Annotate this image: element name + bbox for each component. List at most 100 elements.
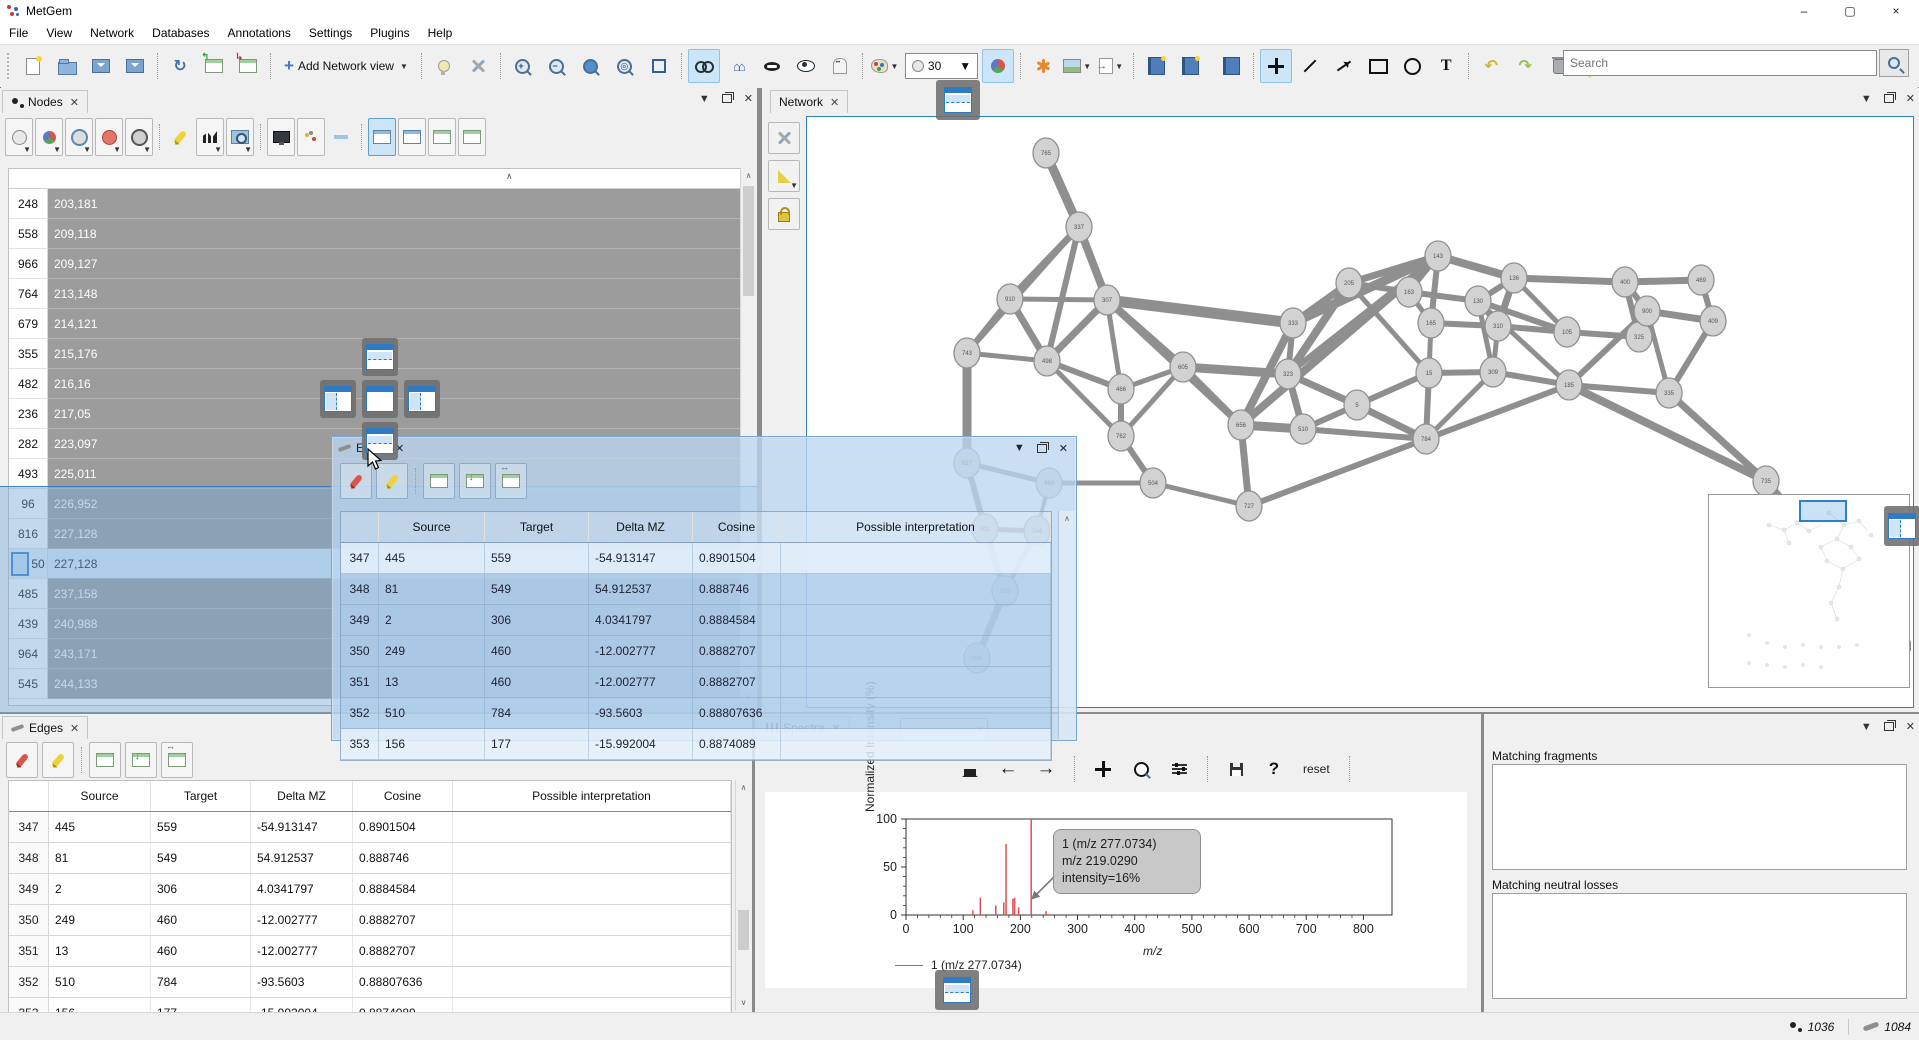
edges-table-row[interactable]: 353156177-15.9920040.8874089 (341, 729, 1051, 760)
node-row-header[interactable]: 558 (9, 219, 48, 249)
matching-neutral-losses-box[interactable] (1492, 893, 1907, 999)
network-options-button[interactable] (768, 122, 800, 154)
lock-view-button[interactable] (768, 198, 800, 230)
highlight-yellow-button[interactable] (42, 742, 74, 778)
database-query-button[interactable] (1174, 49, 1206, 83)
node-row-header[interactable]: 966 (9, 249, 48, 279)
save-figure-button[interactable] (1221, 754, 1251, 784)
network-edge[interactable] (1153, 483, 1249, 506)
draw-ellipse-button[interactable] (1396, 49, 1428, 83)
tab-edges[interactable]: Edges✕ (2, 716, 88, 739)
draw-line-button[interactable] (1294, 49, 1326, 83)
node-color-mapping-button[interactable]: ▼ (95, 118, 123, 156)
edges-table-restore-button[interactable] (89, 742, 121, 778)
zoom-out-button[interactable]: − (541, 49, 573, 83)
network-node[interactable]: 105 (1554, 317, 1580, 347)
dock-indicator-top[interactable] (936, 80, 980, 120)
network-node[interactable]: 333 (1280, 308, 1306, 338)
matching-dock-menu-icon[interactable]: ▼ (1861, 721, 1872, 733)
edges-table-row[interactable]: 347445559-54.9131470.8901504 (9, 812, 731, 843)
tab-network[interactable]: Network✕ (770, 90, 848, 113)
node-size-combo[interactable]: 30 ▼ (905, 53, 978, 79)
network-node[interactable]: 205 (1336, 268, 1362, 298)
reset-button[interactable]: reset (1297, 760, 1336, 778)
network-node[interactable]: 784 (1413, 424, 1439, 454)
open-project-button[interactable] (51, 49, 83, 83)
float-dock-menu-icon[interactable]: ▼ (1014, 442, 1025, 454)
network-node[interactable]: 165 (1418, 308, 1444, 338)
hide-items-button[interactable] (756, 49, 788, 83)
node-row-header[interactable]: 248 (9, 189, 48, 219)
node-mz-cell[interactable]: 214,121 (48, 309, 742, 339)
edges-table-row[interactable]: 34923064.03417970.8884584 (9, 874, 731, 905)
network-layout-button[interactable] (1027, 49, 1059, 83)
nodes-table-row[interactable]: 248203,181 (9, 189, 742, 219)
new-project-button[interactable] (17, 49, 49, 83)
nodes-table-row[interactable]: 966209,127 (9, 249, 742, 279)
nodes-dock-menu-icon[interactable]: ▼ (699, 93, 710, 105)
column-header[interactable]: Possible interpretation (453, 781, 731, 811)
network-node[interactable]: 469 (1688, 265, 1714, 295)
float-dock-restore-icon[interactable] (1037, 444, 1047, 453)
float-dock-close-icon[interactable]: ✕ (1059, 442, 1068, 455)
show-items-button[interactable] (790, 49, 822, 83)
tab-network-close-icon[interactable]: ✕ (830, 96, 839, 109)
menu-view[interactable]: View (37, 23, 81, 43)
annotations-tool-button[interactable]: ▼ (768, 160, 800, 192)
floating-edges-window[interactable]: Edges ✕ ▼ ✕ ↓ ↔ SourceTargetDelta MZCosi… (331, 436, 1077, 741)
network-node[interactable]: 400 (1612, 267, 1638, 297)
dock-indicator-left[interactable] (320, 380, 356, 418)
network-node[interactable]: 143 (1425, 241, 1451, 271)
column-header[interactable]: Cosine (693, 512, 781, 542)
network-node[interactable]: 163 (1396, 277, 1422, 307)
table-restore-button[interactable] (423, 463, 455, 499)
node-color-button[interactable]: ▼ (869, 49, 901, 83)
scatter-view-button[interactable] (297, 118, 325, 156)
tab-nodes-close-icon[interactable]: ✕ (70, 96, 79, 109)
network-node[interactable]: 743 (954, 338, 980, 368)
network-dock-close-icon[interactable]: ✕ (1906, 92, 1915, 105)
pan-mode-button[interactable] (1260, 49, 1292, 83)
network-node[interactable]: 130 (1465, 286, 1491, 316)
network-node[interactable]: 335 (1656, 378, 1682, 408)
import-group-mapping-button[interactable]: ↳ (232, 49, 264, 83)
table-fit-rows-button[interactable]: ↓ (459, 463, 491, 499)
add-network-view-button[interactable]: + Add Network view ▼ (277, 49, 415, 83)
node-row-header[interactable]: 493 (9, 459, 48, 489)
dock-indicator-right-cross[interactable] (404, 380, 440, 418)
placeholder-button[interactable] (327, 118, 355, 156)
network-dock-float-icon[interactable] (1884, 94, 1894, 103)
network-node[interactable]: 337 (1066, 212, 1092, 242)
table-fit-columns-button[interactable]: ↔ (495, 463, 527, 499)
spectrum-plot[interactable]: 0100200300400500600700800050100 Normaliz… (765, 792, 1467, 988)
matching-dock-close-icon[interactable]: ✕ (1906, 720, 1915, 733)
close-button[interactable]: × (1873, 0, 1919, 22)
node-row-header[interactable]: 482 (9, 369, 48, 399)
menu-databases[interactable]: Databases (143, 23, 218, 43)
edges-table-row[interactable]: 35113460-12.0027770.8882707 (341, 667, 1051, 698)
edges-table-row[interactable]: 347445559-54.9131470.8901504 (341, 543, 1051, 574)
column-header[interactable]: Delta MZ (589, 512, 693, 542)
node-size-mapping-button[interactable]: ▼ (5, 118, 33, 156)
network-node[interactable]: 910 (997, 284, 1023, 314)
column-header[interactable]: Source (49, 781, 151, 811)
node-ring-mapping-button[interactable]: ▼ (65, 118, 93, 156)
menu-file[interactable]: File (0, 23, 37, 43)
edges-table-row[interactable]: 352510784-93.56030.88807636 (341, 698, 1051, 729)
process-file-button[interactable]: ↻ (164, 49, 196, 83)
floating-table-scrollbar[interactable]: ∧ (1058, 511, 1075, 739)
dock-indicator-top-half[interactable] (362, 338, 398, 376)
nodes-table-row[interactable]: 679214,121 (9, 309, 742, 339)
table-fit-columns-button[interactable] (398, 118, 426, 156)
table-view-button[interactable] (368, 118, 396, 156)
export-image-button[interactable]: ▼ (1061, 49, 1093, 83)
nodes-table-row[interactable]: 558209,118 (9, 219, 742, 249)
column-header[interactable]: Cosine (353, 781, 453, 811)
node-row-header[interactable]: 282 (9, 429, 48, 459)
menu-plugins[interactable]: Plugins (361, 23, 418, 43)
network-node[interactable]: 765 (1033, 138, 1059, 168)
draw-rect-button[interactable] (1362, 49, 1394, 83)
network-node[interactable]: 727 (1236, 491, 1262, 521)
spectrum-ghost-button[interactable] (824, 49, 856, 83)
settings-tools-button[interactable] (462, 49, 494, 83)
